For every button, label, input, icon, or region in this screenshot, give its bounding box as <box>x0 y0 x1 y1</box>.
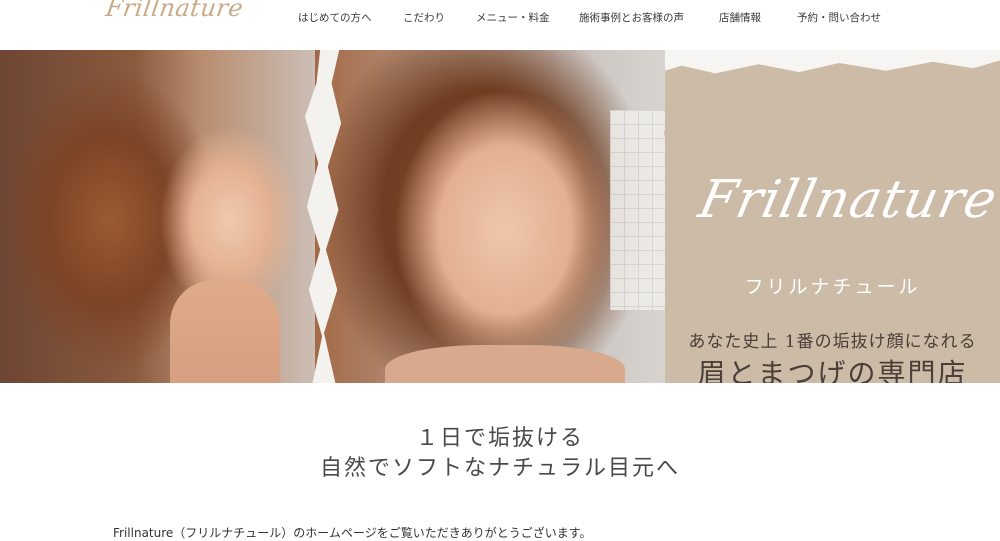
hero-tagline: あなた史上 1番の垢抜け顔になれる <box>688 332 977 352</box>
brand-kana: フリルナチュール <box>744 276 921 298</box>
headline-line-1: １日で垢抜ける <box>415 426 584 451</box>
hero-title: 眉とまつげの専門店 <box>697 357 968 383</box>
nav-item-commitment[interactable]: こだわり <box>403 10 445 25</box>
nav-item-first-time[interactable]: はじめての方へ <box>298 10 372 25</box>
model-profile-photo <box>0 50 335 383</box>
brand-script-logo: Frillnature <box>693 170 1000 230</box>
headline-line-2: 自然でソフトなナチュラル目元へ <box>319 456 680 481</box>
main-nav: はじめての方へ こだわり メニュー・料金 施術事例とお客様の声 店舗情報 予約・… <box>0 10 1000 26</box>
nav-item-store-info[interactable]: 店舗情報 <box>719 10 761 25</box>
site-header: Frillnature はじめての方へ こだわり メニュー・料金 施術事例とお客… <box>0 0 1000 50</box>
section-headline: １日で垢抜ける 自然でソフトなナチュラル目元へ <box>0 424 1000 484</box>
hero-banner: Frillnature フリルナチュール あなた史上 1番の垢抜け顔になれる 眉… <box>0 50 1000 383</box>
nav-item-reservation-contact[interactable]: 予約・問い合わせ <box>797 10 881 25</box>
nav-item-menu-price[interactable]: メニュー・料金 <box>476 10 550 25</box>
nav-item-cases-reviews[interactable]: 施術事例とお客様の声 <box>579 10 684 25</box>
intro-text: Frillnature（フリルナチュール）のホームページをご覧いただきありがとう… <box>113 526 592 540</box>
